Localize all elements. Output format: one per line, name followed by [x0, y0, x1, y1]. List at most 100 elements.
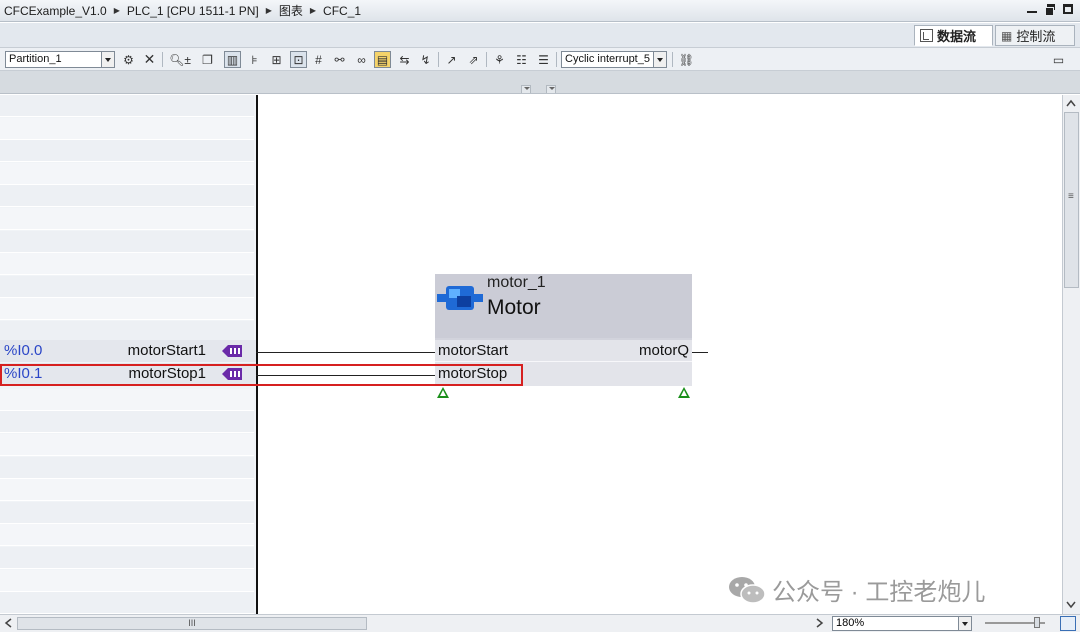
en-triangle-icon[interactable] — [437, 387, 449, 398]
breadcrumb-project[interactable]: CFCExample_V1.0 — [4, 4, 107, 18]
scroll-down-icon[interactable] — [1063, 597, 1079, 613]
grid-select-icon[interactable]: ⊡ — [290, 51, 307, 68]
watermark-text: 公众号 · 工控老炮儿 — [772, 579, 986, 606]
breadcrumb-charts[interactable]: 图表 — [279, 2, 303, 19]
highlight-box — [0, 364, 523, 386]
input-pin-motor-start[interactable]: motorStart — [438, 340, 508, 362]
fit-view-icon[interactable] — [1060, 616, 1076, 631]
align-left-icon[interactable]: ⊧ — [246, 51, 263, 68]
align-grid-icon[interactable]: ⊞ — [268, 51, 285, 68]
vertical-scrollbar[interactable] — [1062, 95, 1080, 614]
interconnection-row[interactable] — [0, 298, 254, 321]
signal-row-start[interactable]: %I0.0 motorStart1 — [0, 340, 256, 362]
table-view-icon[interactable]: ☰ — [535, 51, 552, 68]
interconnection-row[interactable] — [0, 524, 254, 547]
column-view-icon[interactable]: ▥ — [224, 51, 241, 68]
float-window-icon[interactable] — [1044, 3, 1056, 16]
partition-select[interactable]: Partition_1 — [5, 51, 115, 68]
output-pin-motor-q[interactable]: motorQ — [639, 340, 689, 362]
input-tag-icon — [222, 345, 242, 357]
list-view-icon[interactable]: ☷ — [513, 51, 530, 68]
grid-icon[interactable]: # — [310, 51, 327, 68]
interconnection-row[interactable] — [0, 547, 254, 569]
signal-name: motorStart1 — [127, 342, 206, 359]
infinity-icon[interactable]: ∞ — [353, 51, 370, 68]
toolbar-divider — [162, 52, 163, 67]
sidebar-interconnections: %I0.0 motorStart1 %I0.1 motorStop1 — [0, 95, 256, 614]
breadcrumb-chart[interactable]: CFC_1 — [323, 4, 361, 18]
zoom-slider-handle[interactable] — [1034, 617, 1040, 628]
wire-motor-start[interactable] — [256, 352, 435, 353]
panel-toggle-icon[interactable]: ▭ — [1050, 51, 1067, 68]
scroll-left-icon[interactable] — [0, 615, 16, 631]
delete-icon[interactable]: ✕ — [141, 51, 158, 68]
interconnection-row[interactable] — [0, 388, 254, 411]
editor-toolbar: Partition_1 ⚙ ✕ 🔍︎± ❐ ▥ ⊧ ⊞ ⊡ # ⚯ ∞ ▤ ⇆ … — [0, 47, 1080, 71]
chevron-down-icon — [101, 52, 114, 67]
auto-route-icon[interactable]: ↯ — [417, 51, 434, 68]
toolbar-divider — [486, 52, 487, 67]
interconnection-row[interactable] — [0, 230, 254, 253]
breadcrumb-arrow-icon: ▶ — [113, 6, 120, 15]
interconnection-row[interactable] — [0, 434, 254, 456]
connect-icon[interactable]: ⚯ — [331, 51, 348, 68]
scroll-thumb-horizontal[interactable]: III — [17, 617, 367, 630]
block-instance-name: motor_1 — [487, 274, 546, 291]
interrupt-select[interactable]: Cyclic interrupt_5 — [561, 51, 667, 68]
sheet-bar — [0, 71, 1080, 94]
interconnection-row[interactable] — [0, 592, 254, 614]
add-partition-icon[interactable]: ⚙ — [120, 51, 137, 68]
interconnection-row[interactable] — [0, 275, 254, 298]
horizontal-scrollbar[interactable]: III 180% — [0, 614, 1080, 632]
interconnection-row[interactable] — [0, 95, 254, 117]
zoom-select[interactable]: 180% — [832, 616, 972, 631]
interconnection-row[interactable] — [0, 208, 254, 230]
breadcrumb-plc[interactable]: PLC_1 [CPU 1511-1 PN] — [127, 4, 259, 18]
interconnection-row[interactable] — [0, 140, 254, 163]
tab-controlflow[interactable]: ▦ 控制流 — [995, 25, 1075, 46]
scroll-right-icon[interactable] — [812, 615, 828, 631]
dataflow-icon — [920, 29, 933, 42]
wire-motor-q[interactable] — [692, 352, 708, 353]
interconnection-row[interactable] — [0, 253, 254, 276]
watermark: 公众号 · 工控老炮儿 — [728, 572, 985, 607]
interconnection-row[interactable] — [0, 569, 254, 592]
title-bar: CFCExample_V1.0 ▶ PLC_1 [CPU 1511-1 PN] … — [0, 0, 1080, 22]
interconnection-row[interactable] — [0, 117, 254, 140]
tab-dataflow[interactable]: 数据流 — [914, 25, 993, 46]
sheet-marker-icon[interactable] — [521, 85, 531, 93]
breadcrumb-arrow-icon: ▶ — [265, 6, 272, 15]
run-sequence-icon[interactable]: ↗ — [443, 51, 460, 68]
monitor-icon[interactable]: ⛓ — [678, 51, 695, 68]
partition-select-value: Partition_1 — [9, 53, 62, 65]
sequence-adjust-icon[interactable]: ⇗ — [465, 51, 482, 68]
interconnection-row[interactable] — [0, 501, 254, 524]
highlight-icon[interactable]: ▤ — [374, 51, 391, 68]
breadcrumb-arrow-icon: ▶ — [309, 6, 317, 15]
optimize-icon[interactable]: ⚘ — [491, 51, 508, 68]
scroll-up-icon[interactable] — [1063, 95, 1079, 111]
interconnect-icon[interactable]: ⇆ — [396, 51, 413, 68]
minimize-icon[interactable] — [1026, 3, 1038, 15]
signal-address: %I0.0 — [4, 342, 43, 359]
toolbar-divider — [438, 52, 439, 67]
interrupt-select-value: Cyclic interrupt_5 — [565, 53, 650, 65]
sheet-marker-icon[interactable] — [546, 85, 556, 93]
interconnection-row[interactable] — [0, 479, 254, 502]
cfc-editor: CFCExample_V1.0 ▶ PLC_1 [CPU 1511-1 PN] … — [0, 0, 1080, 632]
scroll-thumb-vertical[interactable] — [1064, 112, 1079, 288]
tab-controlflow-label: 控制流 — [1016, 29, 1056, 44]
eno-triangle-icon[interactable] — [678, 387, 690, 398]
view-tab-row: 数据流 ▦ 控制流 — [0, 23, 1080, 47]
controlflow-icon: ▦ — [1001, 28, 1013, 43]
maximize-icon[interactable] — [1062, 3, 1074, 15]
block-type-icon — [437, 286, 483, 310]
interconnection-row[interactable] — [0, 185, 254, 208]
interconnection-row[interactable] — [0, 162, 254, 185]
copy-view-icon[interactable]: ❐ — [199, 51, 216, 68]
block-type-name: Motor — [487, 296, 541, 319]
interconnection-row[interactable] — [0, 411, 254, 434]
interconnection-row[interactable] — [0, 456, 254, 479]
window-controls — [1026, 3, 1074, 16]
zoom-icon[interactable]: 🔍︎± — [166, 51, 194, 68]
